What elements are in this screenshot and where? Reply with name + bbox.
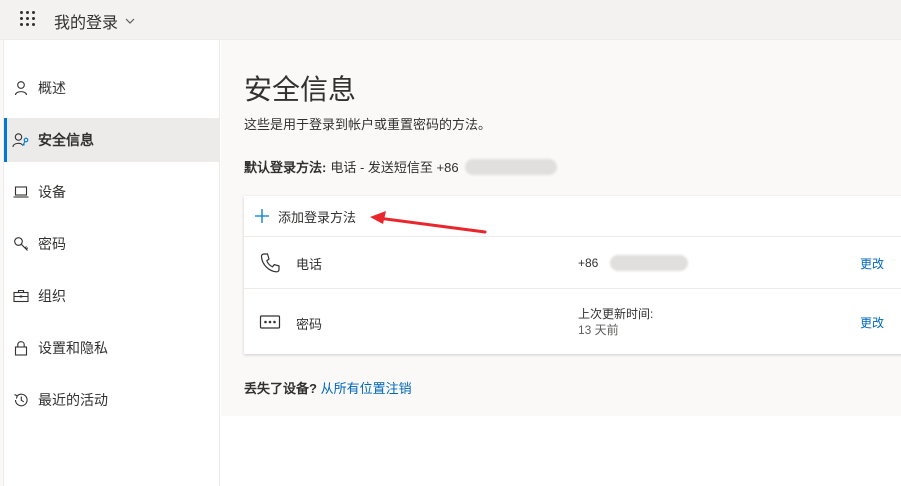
change-phone-link[interactable]: 更改 bbox=[860, 255, 884, 272]
sidebar-item-recent-activity[interactable]: 最近的活动 bbox=[4, 378, 220, 422]
plus-icon bbox=[255, 209, 269, 223]
person-key-icon bbox=[12, 131, 30, 149]
waffle-icon[interactable] bbox=[20, 11, 36, 27]
default-method-label: 默认登录方法: bbox=[244, 160, 327, 175]
sidebar-item-label: 设置和隐私 bbox=[38, 340, 108, 356]
sidebar-item-label: 设备 bbox=[38, 184, 66, 200]
redacted-phone-number bbox=[464, 158, 557, 175]
chevron-down-icon bbox=[125, 18, 135, 24]
methods-card: 添加登录方法 电话 +86 更改 密码 上次更新时间: 13 天前 更改 bbox=[244, 196, 901, 354]
default-method-value: 电话 - 发送短信至 +86 bbox=[330, 160, 459, 175]
app-switcher-title[interactable]: 我的登录 bbox=[54, 9, 136, 33]
annotation-arrow-icon bbox=[370, 211, 487, 234]
sidebar-item-label: 密码 bbox=[38, 236, 66, 252]
add-method-button[interactable]: 添加登录方法 bbox=[244, 196, 901, 237]
briefcase-icon bbox=[12, 287, 30, 305]
lost-device-label: 丢失了设备? bbox=[244, 381, 317, 396]
app-title-label: 我的登录 bbox=[54, 15, 119, 32]
sidebar-item-organizations[interactable]: 组织 bbox=[4, 274, 220, 318]
password-dots-icon bbox=[259, 315, 281, 329]
sidebar-item-overview[interactable]: 概述 bbox=[4, 66, 220, 110]
sidebar-nav: 概述 安全信息 设备 密码 组织 设置和隐私 最近的活动 bbox=[4, 40, 220, 486]
sidebar-item-settings-privacy[interactable]: 设置和隐私 bbox=[4, 326, 220, 370]
sidebar-item-label: 组织 bbox=[38, 288, 66, 304]
sidebar-item-label: 安全信息 bbox=[38, 132, 94, 148]
history-icon bbox=[12, 391, 30, 409]
method-row-password: 密码 上次更新时间: 13 天前 更改 bbox=[244, 289, 901, 354]
phone-prefix: +86 bbox=[578, 256, 599, 270]
laptop-icon bbox=[12, 183, 30, 201]
sign-out-everywhere-link[interactable]: 从所有位置注销 bbox=[321, 381, 412, 396]
person-icon bbox=[12, 79, 30, 97]
last-updated-label: 上次更新时间: bbox=[578, 307, 654, 321]
method-row-phone: 电话 +86 更改 bbox=[244, 237, 901, 289]
sidebar-item-password[interactable]: 密码 bbox=[4, 222, 220, 266]
sidebar-item-label: 最近的活动 bbox=[38, 392, 108, 408]
sidebar-item-devices[interactable]: 设备 bbox=[4, 170, 220, 214]
last-updated-value: 13 天前 bbox=[578, 323, 619, 337]
phone-icon bbox=[260, 253, 280, 273]
sidebar-item-security-info[interactable]: 安全信息 bbox=[4, 118, 220, 162]
page-subtitle: 这些是用于登录到帐户或重置密码的方法。 bbox=[244, 117, 492, 132]
method-value: 上次更新时间: 13 天前 bbox=[578, 306, 653, 338]
main-content: 安全信息 这些是用于登录到帐户或重置密码的方法。 默认登录方法: 电话 - 发送… bbox=[221, 40, 901, 416]
method-name: 密码 bbox=[296, 317, 323, 332]
lock-icon bbox=[12, 339, 30, 357]
default-method: 默认登录方法: 电话 - 发送短信至 +86 bbox=[244, 157, 557, 176]
change-password-link[interactable]: 更改 bbox=[860, 314, 884, 331]
redacted-phone-number bbox=[610, 255, 689, 271]
method-value: +86 bbox=[578, 255, 689, 271]
lost-device-row: 丢失了设备? 从所有位置注销 bbox=[244, 378, 412, 397]
add-method-label: 添加登录方法 bbox=[278, 209, 357, 225]
sidebar-item-label: 概述 bbox=[38, 80, 66, 96]
key-icon bbox=[12, 235, 30, 253]
top-bar: 我的登录 bbox=[0, 0, 901, 40]
page-title: 安全信息 bbox=[244, 74, 357, 105]
method-name: 电话 bbox=[296, 257, 323, 272]
